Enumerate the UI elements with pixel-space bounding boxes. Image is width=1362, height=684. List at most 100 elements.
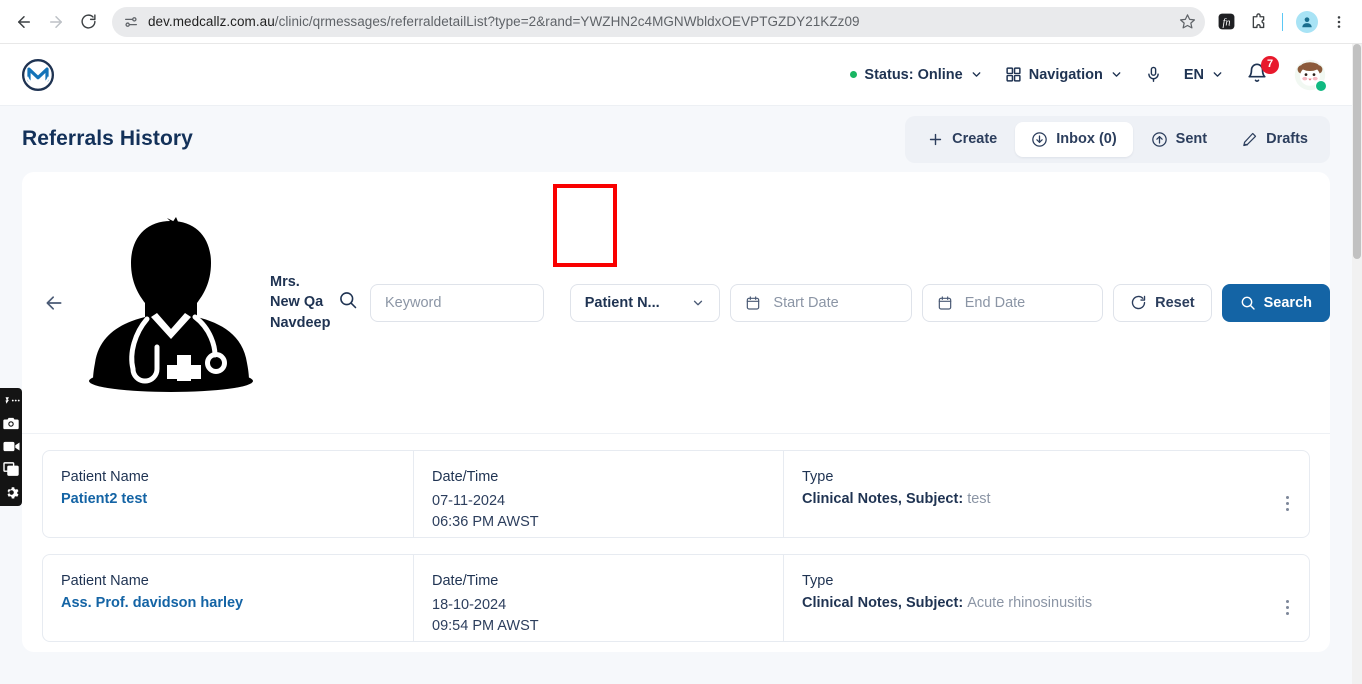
chevron-down-icon — [972, 72, 981, 77]
keyword-input[interactable]: Keyword — [370, 283, 544, 322]
table-row[interactable]: Patient Name Ass. Prof. davidson harley … — [42, 554, 1310, 642]
puzzle-piece-icon[interactable] — [1243, 7, 1273, 37]
tab-create-label: Create — [952, 131, 998, 147]
download-circle-icon — [1032, 131, 1048, 147]
page-title: Referrals History — [22, 127, 193, 150]
column-header-patient-name: Patient Name — [61, 469, 149, 485]
column-header-type: Type — [802, 469, 834, 485]
drag-handle-icon[interactable] — [2, 392, 20, 408]
upload-circle-icon — [1151, 131, 1167, 147]
app-header-actions: Status: Online Navigation EN 7 — [850, 55, 1327, 92]
column-header-type: Type — [802, 573, 834, 589]
search-icon — [1241, 296, 1255, 310]
url-path: /clinic/qrmessages/referraldetailList?ty… — [274, 14, 860, 29]
row-date: 18-10-2024 — [432, 597, 507, 613]
back-button[interactable] — [32, 281, 76, 325]
calendar-icon — [938, 295, 952, 310]
row-time: 06:36 PM AWST — [432, 514, 539, 531]
row-type-cell: Type Clinical Notes, Subject: Acute rhin… — [783, 555, 1309, 641]
avatar-online-indicator — [1315, 79, 1327, 92]
camera-icon[interactable] — [2, 415, 20, 431]
search-button[interactable]: Search — [1221, 283, 1330, 322]
status-label: Status: Online — [864, 66, 963, 83]
language-selector[interactable]: EN — [1184, 67, 1224, 83]
patient-name-link[interactable]: Ass. Prof. davidson harley — [61, 595, 413, 611]
video-camera-icon[interactable] — [2, 438, 20, 454]
tab-inbox-label: Inbox (0) — [1056, 131, 1117, 147]
search-by-select[interactable]: Patient N... — [569, 283, 721, 322]
browser-back-button[interactable] — [8, 6, 40, 38]
content-card: Mrs. New Qa Navdeep Keyword Patient N...… — [22, 172, 1330, 652]
keyword-placeholder: Keyword — [385, 294, 442, 311]
navigation-menu[interactable]: Navigation — [1005, 66, 1123, 83]
svg-text:fn: fn — [1222, 17, 1230, 28]
browser-reload-button[interactable] — [72, 6, 104, 38]
scrollbar-thumb[interactable] — [1353, 44, 1361, 259]
chevron-down-icon — [1112, 72, 1121, 77]
row-type-label: Clinical Notes, Subject: — [802, 595, 964, 611]
row-type-label: Clinical Notes, Subject: — [802, 491, 964, 507]
microphone-icon — [1148, 66, 1159, 82]
row-type-value: Clinical Notes, Subject: Acute rhinosinu… — [802, 595, 1092, 611]
column-header-datetime: Date/Time — [432, 469, 499, 485]
plus-icon — [929, 133, 942, 145]
referrals-list: Patient Name Patient2 test Date/Time 07-… — [22, 434, 1330, 642]
tab-inbox[interactable]: Inbox (0) — [1015, 121, 1133, 157]
pencil-icon — [1243, 132, 1257, 146]
gear-icon[interactable] — [2, 484, 20, 500]
language-label: EN — [1183, 66, 1204, 83]
reset-button[interactable]: Reset — [1113, 283, 1212, 322]
kebab-menu-icon[interactable] — [1280, 594, 1295, 621]
page-scrollbar[interactable] — [1352, 44, 1362, 684]
tab-sent-label: Sent — [1175, 131, 1208, 147]
fn-extension-icon[interactable]: fn — [1211, 7, 1241, 37]
browser-toolbar: dev.medcallz.com.au/clinic/qrmessages/re… — [0, 0, 1362, 44]
medcallz-logo[interactable] — [20, 57, 56, 93]
profile-avatar-icon[interactable] — [1292, 7, 1322, 37]
window-capture-icon[interactable] — [2, 461, 20, 477]
row-type-subject: test — [967, 491, 991, 507]
site-settings-icon[interactable] — [118, 9, 144, 35]
start-date-input[interactable]: Start Date — [730, 283, 912, 322]
row-type-cell: Type Clinical Notes, Subject: test — [783, 451, 1309, 537]
row-datetime-cell: Date/Time 07-11-2024 06:36 PM AWST — [413, 451, 783, 537]
search-icon[interactable] — [338, 290, 358, 315]
search-label: Search — [1263, 294, 1312, 311]
tab-sent[interactable]: Sent — [1135, 122, 1223, 157]
microphone-button[interactable] — [1145, 65, 1162, 84]
chevron-down-icon — [1213, 72, 1222, 77]
user-avatar[interactable] — [1294, 59, 1327, 92]
browser-forward-button[interactable] — [40, 6, 72, 38]
row-date: 07-11-2024 — [432, 493, 506, 509]
mail-tabs: Create Inbox (0) Sent Drafts — [905, 115, 1330, 163]
address-bar-url: dev.medcallz.com.au/clinic/qrmessages/re… — [148, 14, 860, 29]
status-dot — [850, 71, 858, 78]
end-date-placeholder: End Date — [964, 294, 1026, 311]
app-header: Status: Online Navigation EN 7 — [0, 44, 1352, 106]
row-patient-cell: Patient Name Ass. Prof. davidson harley — [43, 555, 413, 641]
status-selector[interactable]: Status: Online — [850, 67, 982, 83]
notifications-button[interactable]: 7 — [1246, 55, 1279, 88]
tab-drafts-label: Drafts — [1266, 131, 1308, 147]
navigation-label: Navigation — [1028, 66, 1103, 83]
row-type-subject: Acute rhinosinusitis — [967, 595, 1093, 611]
row-type-value: Clinical Notes, Subject: test — [802, 491, 991, 507]
star-icon[interactable] — [1173, 8, 1201, 36]
end-date-input[interactable]: End Date — [921, 283, 1104, 322]
chevron-down-icon — [694, 300, 703, 305]
refresh-icon — [1131, 295, 1146, 310]
three-dot-menu-icon[interactable] — [1324, 7, 1354, 37]
browser-actions: fn — [1211, 7, 1354, 37]
kebab-menu-icon[interactable] — [1280, 490, 1295, 517]
tab-create[interactable]: Create — [911, 122, 1013, 157]
screen-recorder-toolbar — [0, 388, 22, 506]
url-host: dev.medcallz.com.au — [148, 14, 275, 29]
column-header-datetime: Date/Time — [432, 573, 499, 589]
table-row[interactable]: Patient Name Patient2 test Date/Time 07-… — [42, 450, 1310, 538]
patient-name-link[interactable]: Patient2 test — [61, 491, 413, 507]
grid-icon — [1006, 67, 1021, 82]
address-bar[interactable]: dev.medcallz.com.au/clinic/qrmessages/re… — [112, 6, 1205, 37]
tab-drafts[interactable]: Drafts — [1225, 122, 1324, 157]
toolbar-divider — [1282, 12, 1283, 31]
back-arrow-icon — [46, 295, 62, 310]
